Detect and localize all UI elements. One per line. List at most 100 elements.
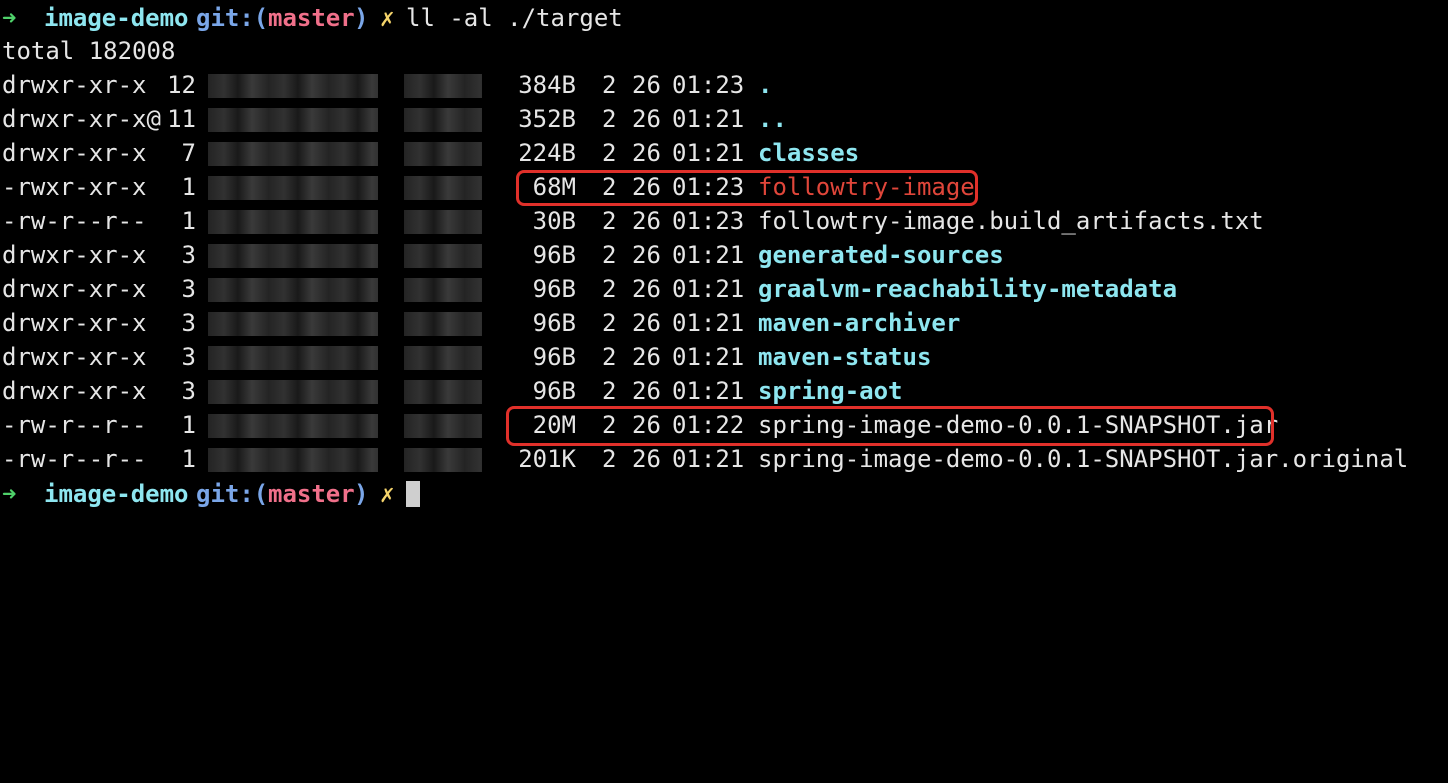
file-link-count: 12 (167, 71, 196, 99)
redacted-group (404, 346, 482, 370)
directory-name: spring-aot (758, 377, 903, 405)
terminal-window[interactable]: ➜ image-demo git:( master ) ✗ ll -al ./t… (0, 0, 1448, 512)
prompt-branch: master (268, 4, 355, 32)
redacted-owner (208, 176, 378, 200)
redacted-owner (208, 414, 378, 438)
redacted-owner (208, 278, 378, 302)
directory-name: maven-status (758, 343, 932, 371)
directory-name: generated-sources (758, 241, 1004, 269)
file-month: 2 (602, 445, 617, 473)
file-permissions: drwxr-xr-x (2, 343, 147, 371)
file-link-count: 3 (181, 275, 196, 303)
file-link-count: 7 (181, 139, 196, 167)
file-permissions: -rwxr-xr-x (2, 173, 147, 201)
file-time: 01:21 (672, 275, 745, 303)
file-link-count: 1 (181, 207, 196, 235)
file-link-count: 1 (181, 173, 196, 201)
file-permissions: drwxr-xr-x (2, 241, 147, 269)
file-permissions: drwxr-xr-x (2, 377, 147, 405)
file-permissions: drwxr-xr-x (2, 309, 147, 337)
redacted-owner (208, 448, 378, 472)
file-day: 26 (632, 343, 661, 371)
file-row: drwxr-xr-x@ 11 352B 2 26 01:21.. (0, 102, 1448, 136)
prompt-arrow-icon: ➜ (2, 4, 17, 32)
file-permissions: drwxr-xr-x (2, 275, 147, 303)
redacted-owner (208, 142, 378, 166)
file-day: 26 (632, 105, 661, 133)
redacted-owner (208, 210, 378, 234)
file-row: -rw-r--r-- 1 30B 2 26 01:23 followtry-image.bu… (0, 204, 1448, 238)
directory-name: maven-archiver (758, 309, 961, 337)
redacted-owner (208, 108, 378, 132)
redacted-owner (208, 380, 378, 404)
file-day: 26 (632, 445, 661, 473)
prompt-git-prefix: git:( (196, 4, 269, 32)
file-permissions: drwxr-xr-x (2, 139, 147, 167)
file-link-count: 3 (181, 377, 196, 405)
file-name: followtry-image.build_artifacts.txt (758, 207, 1264, 235)
file-permissions: -rw-r--r-- (2, 445, 147, 473)
file-permissions: -rw-r--r-- (2, 411, 147, 439)
file-time: 01:23 (672, 207, 745, 235)
redacted-owner (208, 312, 378, 336)
total-text: total 182008 (2, 37, 176, 65)
file-time: 01:21 (672, 309, 745, 337)
file-size: 384B (518, 71, 576, 99)
file-link-count: 1 (181, 445, 196, 473)
redacted-group (404, 380, 482, 404)
prompt-branch: master (268, 480, 355, 508)
redacted-owner (208, 74, 378, 98)
file-month: 2 (602, 105, 617, 133)
file-time: 01:21 (672, 445, 745, 473)
redacted-group (404, 142, 482, 166)
prompt-directory: image-demo (44, 480, 189, 508)
file-time: 01:21 (672, 377, 745, 405)
file-row: drwxr-xr-x 3 96B 2 26 01:21 generated-sources (0, 238, 1448, 272)
file-day: 26 (632, 275, 661, 303)
file-permissions: drwxr-xr-x@ (2, 105, 161, 133)
file-permissions: -rw-r--r-- (2, 207, 147, 235)
directory-name: graalvm-reachability-metadata (758, 275, 1178, 303)
total-line: total 182008 (0, 34, 1448, 68)
file-row: drwxr-xr-x 3 96B 2 26 01:21 spring-aot (0, 374, 1448, 408)
redacted-group (404, 448, 482, 472)
file-month: 2 (602, 343, 617, 371)
file-link-count: 11 (167, 105, 196, 133)
file-row: drwxr-xr-x 12 384B 2 26 01:23. (0, 68, 1448, 102)
file-day: 26 (632, 139, 661, 167)
text-cursor[interactable] (406, 481, 420, 507)
file-size: 96B (532, 377, 576, 405)
redacted-owner (208, 244, 378, 268)
redacted-group (404, 176, 482, 200)
file-link-count: 3 (181, 343, 196, 371)
file-row: drwxr-xr-x 7 224B 2 26 01:21 classes (0, 136, 1448, 170)
file-size: 224B (518, 139, 576, 167)
prompt-git-prefix: git:( (196, 480, 269, 508)
redacted-group (404, 312, 482, 336)
prompt-directory: image-demo (44, 4, 189, 32)
file-row: drwxr-xr-x 3 96B 2 26 01:21 maven-archiver (0, 306, 1448, 340)
file-name: spring-image-demo-0.0.1-SNAPSHOT.jar.ori… (758, 445, 1409, 473)
redacted-group (404, 278, 482, 302)
command-text: ll -al ./target (406, 4, 623, 32)
redacted-owner (208, 346, 378, 370)
file-day: 26 (632, 71, 661, 99)
redacted-group (404, 210, 482, 234)
file-size: 96B (532, 275, 576, 303)
directory-name: classes (758, 139, 860, 167)
file-row: -rw-r--r-- 1 201K 2 26 01:21 spring-image-demo… (0, 442, 1448, 476)
prompt-line-2[interactable]: ➜ image-demo git:( master ) ✗ (0, 477, 1448, 511)
file-day: 26 (632, 377, 661, 405)
file-day: 26 (632, 207, 661, 235)
prompt-arrow-icon: ➜ (2, 480, 17, 508)
file-month: 2 (602, 309, 617, 337)
directory-name: .. (758, 105, 787, 133)
file-link-count: 3 (181, 241, 196, 269)
file-day: 26 (632, 241, 661, 269)
file-size: 96B (532, 343, 576, 371)
file-time: 01:21 (672, 343, 745, 371)
file-permissions: drwxr-xr-x (2, 71, 147, 99)
file-month: 2 (602, 207, 617, 235)
highlight-box-jar (506, 406, 1274, 446)
file-size: 201K (518, 445, 576, 473)
